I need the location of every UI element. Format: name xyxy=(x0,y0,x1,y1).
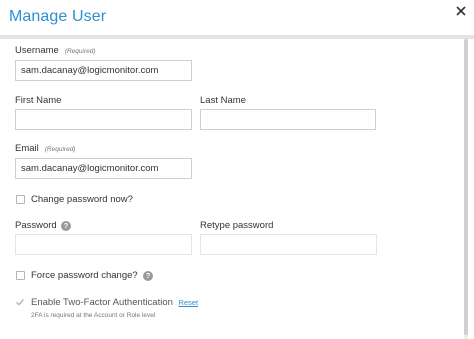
email-label-text: Email xyxy=(15,143,39,154)
close-icon[interactable] xyxy=(454,4,468,18)
email-required-tag: (Required) xyxy=(44,146,76,153)
username-label: Username (Required) xyxy=(15,45,96,56)
dialog-title: Manage User xyxy=(9,8,107,25)
password-input[interactable] xyxy=(15,234,192,255)
reset-link[interactable]: Reset xyxy=(179,298,199,307)
force-password-change-checkbox[interactable] xyxy=(16,271,25,280)
username-required-tag: (Required) xyxy=(64,48,96,55)
two-factor-checkmark-icon[interactable] xyxy=(15,297,25,307)
manage-user-dialog: Manage User Username (Required) sam.dacan… xyxy=(0,0,474,339)
question-circle-icon[interactable]: ? xyxy=(61,221,71,231)
retype-password-input[interactable] xyxy=(200,234,377,255)
username-input[interactable]: sam.dacanay@logicmonitor.com xyxy=(15,60,192,81)
question-circle-icon[interactable]: ? xyxy=(143,271,153,281)
last-name-label: Last Name xyxy=(200,95,246,106)
change-password-checkbox[interactable] xyxy=(16,195,25,204)
change-password-label: Change password now? xyxy=(31,194,133,205)
scrollbar-thumb[interactable] xyxy=(464,39,468,335)
two-factor-label: Enable Two-Factor Authentication xyxy=(31,297,173,308)
retype-password-label: Retype password xyxy=(200,220,274,231)
first-name-label: First Name xyxy=(15,95,62,106)
first-name-input[interactable] xyxy=(15,109,192,130)
username-label-text: Username xyxy=(15,45,59,56)
last-name-input[interactable] xyxy=(200,109,376,130)
email-label: Email (Required) xyxy=(15,143,75,154)
email-input[interactable]: sam.dacanay@logicmonitor.com xyxy=(15,158,192,179)
two-factor-note: 2FA is required at the Account or Role l… xyxy=(31,312,156,319)
two-factor-row: Enable Two-Factor Authentication Reset xyxy=(31,297,198,308)
force-password-change-label: Force password change? xyxy=(31,270,138,281)
password-label: Password xyxy=(15,220,57,231)
header-divider xyxy=(0,35,474,39)
